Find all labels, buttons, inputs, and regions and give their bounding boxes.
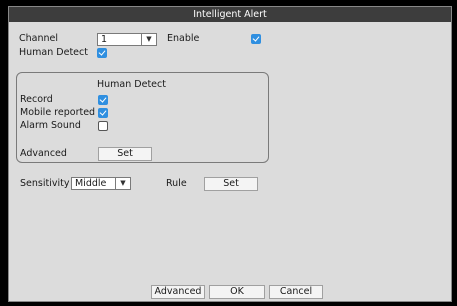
rule-label: Rule (166, 178, 187, 189)
group-advanced-label: Advanced (20, 148, 67, 159)
human-detect-checkbox[interactable] (97, 48, 107, 58)
enable-label: Enable (167, 33, 200, 44)
enable-checkbox[interactable] (251, 34, 261, 44)
sensitivity-value: Middle (75, 178, 107, 189)
intelligent-alert-dialog: Intelligent Alert Channel 1 ▼ Enable Hum… (8, 6, 452, 302)
human-detect-label: Human Detect (19, 47, 88, 58)
cancel-button[interactable]: Cancel (269, 285, 323, 299)
mobile-reported-checkbox[interactable] (98, 108, 108, 118)
ok-button[interactable]: OK (209, 285, 265, 299)
sensitivity-label: Sensitivity (20, 178, 70, 189)
group-title: Human Detect (97, 79, 166, 90)
alarm-sound-checkbox[interactable] (98, 121, 108, 131)
human-detect-group: Human Detect Record Mobile reported Alar… (16, 72, 269, 163)
group-advanced-set-button[interactable]: Set (98, 147, 152, 161)
rule-set-button[interactable]: Set (204, 177, 258, 191)
dialog-title: Intelligent Alert (9, 7, 451, 22)
channel-select[interactable]: 1 ▼ (97, 33, 157, 46)
chevron-down-icon: ▼ (141, 34, 156, 45)
record-checkbox[interactable] (98, 95, 108, 105)
mobile-reported-label: Mobile reported (20, 107, 96, 118)
advanced-button[interactable]: Advanced (151, 285, 205, 299)
channel-label: Channel (19, 33, 59, 44)
record-label: Record (20, 94, 53, 105)
chevron-down-icon: ▼ (115, 178, 130, 189)
channel-value: 1 (101, 34, 108, 45)
sensitivity-select[interactable]: Middle ▼ (71, 177, 131, 190)
alarm-sound-label: Alarm Sound (20, 120, 81, 131)
